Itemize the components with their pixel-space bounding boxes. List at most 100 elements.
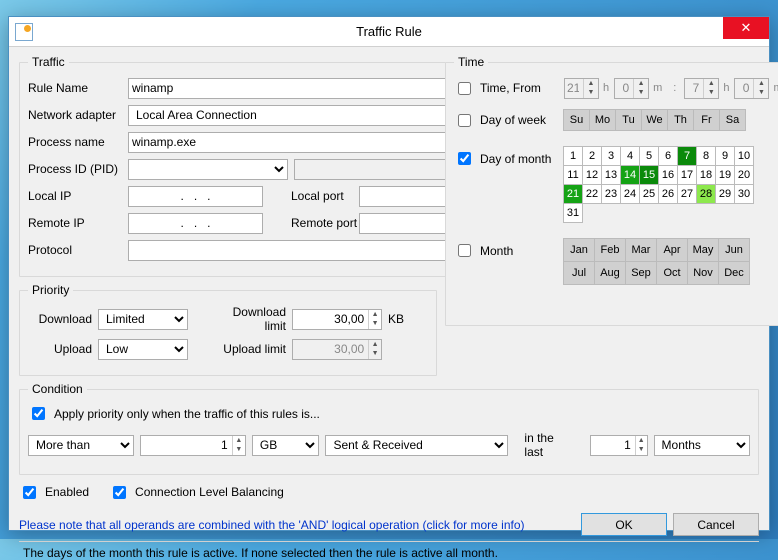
from-hour[interactable]: ▲▼ [564, 78, 599, 99]
day-grid[interactable]: 1234567891011121314151617181920212223242… [564, 147, 754, 223]
in-the-last-label: in the last [514, 431, 583, 459]
condition-group: Condition Apply priority only when the t… [19, 382, 759, 475]
remote-ip-input[interactable] [128, 213, 263, 234]
day-cell[interactable]: 16 [658, 165, 678, 185]
day-cell[interactable]: 3 [601, 146, 621, 166]
day-cell[interactable]: 23 [601, 184, 621, 204]
from-min[interactable]: ▲▼ [614, 78, 649, 99]
kb-unit: KB [382, 312, 404, 326]
weekday-cell[interactable]: Th [667, 109, 694, 131]
weekday-cell[interactable]: Fr [693, 109, 720, 131]
day-cell[interactable]: 1 [563, 146, 583, 166]
process-name-label: Process name [28, 135, 128, 149]
day-cell[interactable]: 12 [582, 165, 602, 185]
weekday-cell[interactable]: Sa [719, 109, 746, 131]
day-cell[interactable]: 27 [677, 184, 697, 204]
ok-button[interactable]: OK [581, 513, 667, 536]
apply-priority-checkbox[interactable]: Apply priority only when the traffic of … [28, 404, 750, 423]
day-cell[interactable]: 9 [715, 146, 735, 166]
weekday-cell[interactable]: We [641, 109, 668, 131]
remote-port-label: Remote port [291, 216, 359, 230]
month-cell[interactable]: Jul [563, 261, 595, 285]
weekday-grid[interactable]: SuMoTuWeThFrSa [564, 110, 746, 131]
month-cell[interactable]: Nov [687, 261, 719, 285]
weekday-cell[interactable]: Mo [589, 109, 616, 131]
month-cell[interactable]: Feb [594, 238, 626, 262]
dialog-window: Traffic Rule ✕ Traffic Rule Name Network… [8, 16, 770, 531]
day-cell[interactable]: 21 [563, 184, 583, 204]
month-grid[interactable]: JanFebMarAprMayJun JulAugSepOctNovDec [564, 239, 750, 285]
day-cell[interactable]: 7 [677, 146, 697, 166]
day-cell[interactable]: 14 [620, 165, 640, 185]
operand-note-link[interactable]: Please note that all operands are combin… [19, 518, 525, 532]
time-from-checkbox[interactable]: Time, From [454, 79, 564, 98]
weekday-cell[interactable]: Tu [615, 109, 642, 131]
month-cell[interactable]: May [687, 238, 719, 262]
condition-legend: Condition [28, 382, 87, 396]
titlebar[interactable]: Traffic Rule ✕ [9, 17, 769, 47]
day-cell[interactable]: 31 [563, 203, 583, 223]
month-cell[interactable]: Jun [718, 238, 750, 262]
app-icon [15, 23, 33, 41]
month-cell[interactable]: Mar [625, 238, 657, 262]
day-cell[interactable]: 28 [696, 184, 716, 204]
remote-ip-label: Remote IP [28, 216, 128, 230]
month-cell[interactable]: Aug [594, 261, 626, 285]
local-ip-input[interactable] [128, 186, 263, 207]
in-the-last-spinner[interactable]: ▲▼ [590, 435, 648, 456]
month-cell[interactable]: Oct [656, 261, 688, 285]
download-limit-spinner[interactable]: ▲▼ [292, 309, 382, 330]
day-cell[interactable]: 15 [639, 165, 659, 185]
cancel-button[interactable]: Cancel [673, 513, 759, 536]
day-cell[interactable]: 29 [715, 184, 735, 204]
client-area: Traffic Rule Name Network adapter Local … [9, 47, 769, 530]
upload-select[interactable]: Low [98, 339, 188, 360]
enabled-checkbox[interactable]: Enabled [19, 483, 89, 502]
day-cell[interactable]: 4 [620, 146, 640, 166]
month-checkbox[interactable]: Month [454, 241, 564, 260]
traffic-legend: Traffic [28, 55, 69, 69]
day-cell[interactable]: 20 [734, 165, 754, 185]
network-adapter-label: Network adapter [28, 108, 128, 122]
to-min[interactable]: ▲▼ [734, 78, 769, 99]
clb-checkbox[interactable]: Connection Level Balancing [109, 483, 284, 502]
month-cell[interactable]: Jan [563, 238, 595, 262]
day-cell[interactable]: 10 [734, 146, 754, 166]
day-cell[interactable]: 25 [639, 184, 659, 204]
day-cell[interactable]: 26 [658, 184, 678, 204]
day-of-week-checkbox[interactable]: Day of week [454, 111, 564, 130]
priority-group: Priority Download Limited Download limit… [19, 283, 437, 376]
day-cell[interactable]: 30 [734, 184, 754, 204]
weekday-cell[interactable]: Su [563, 109, 590, 131]
time-legend: Time [454, 55, 488, 69]
download-limit-label: Download limit [212, 305, 292, 333]
month-cell[interactable]: Apr [656, 238, 688, 262]
close-button[interactable]: ✕ [723, 17, 769, 39]
pid-label: Process ID (PID) [28, 162, 128, 176]
day-cell[interactable]: 8 [696, 146, 716, 166]
month-cell[interactable]: Sep [625, 261, 657, 285]
day-cell[interactable]: 22 [582, 184, 602, 204]
in-the-last-unit-select[interactable]: Months [654, 435, 750, 456]
day-cell[interactable]: 13 [601, 165, 621, 185]
condition-amount-spinner[interactable]: ▲▼ [140, 435, 246, 456]
day-cell[interactable]: 5 [639, 146, 659, 166]
day-cell[interactable]: 11 [563, 165, 583, 185]
day-of-month-checkbox[interactable]: Day of month [454, 149, 564, 168]
to-hour[interactable]: ▲▼ [684, 78, 719, 99]
upload-limit-spinner[interactable]: ▲▼ [292, 339, 382, 360]
local-ip-label: Local IP [28, 189, 128, 203]
download-select[interactable]: Limited [98, 309, 188, 330]
day-cell[interactable]: 24 [620, 184, 640, 204]
month-cell[interactable]: Dec [718, 261, 750, 285]
condition-operator-select[interactable]: More than [28, 435, 134, 456]
pid-select[interactable] [128, 159, 288, 180]
day-cell[interactable]: 6 [658, 146, 678, 166]
day-cell[interactable]: 17 [677, 165, 697, 185]
day-cell[interactable]: 18 [696, 165, 716, 185]
condition-unit-select[interactable]: GB [252, 435, 320, 456]
day-cell[interactable]: 19 [715, 165, 735, 185]
condition-direction-select[interactable]: Sent & Received [325, 435, 508, 456]
time-from-controls: ▲▼h ▲▼m : ▲▼h ▲▼m [564, 78, 778, 99]
day-cell[interactable]: 2 [582, 146, 602, 166]
